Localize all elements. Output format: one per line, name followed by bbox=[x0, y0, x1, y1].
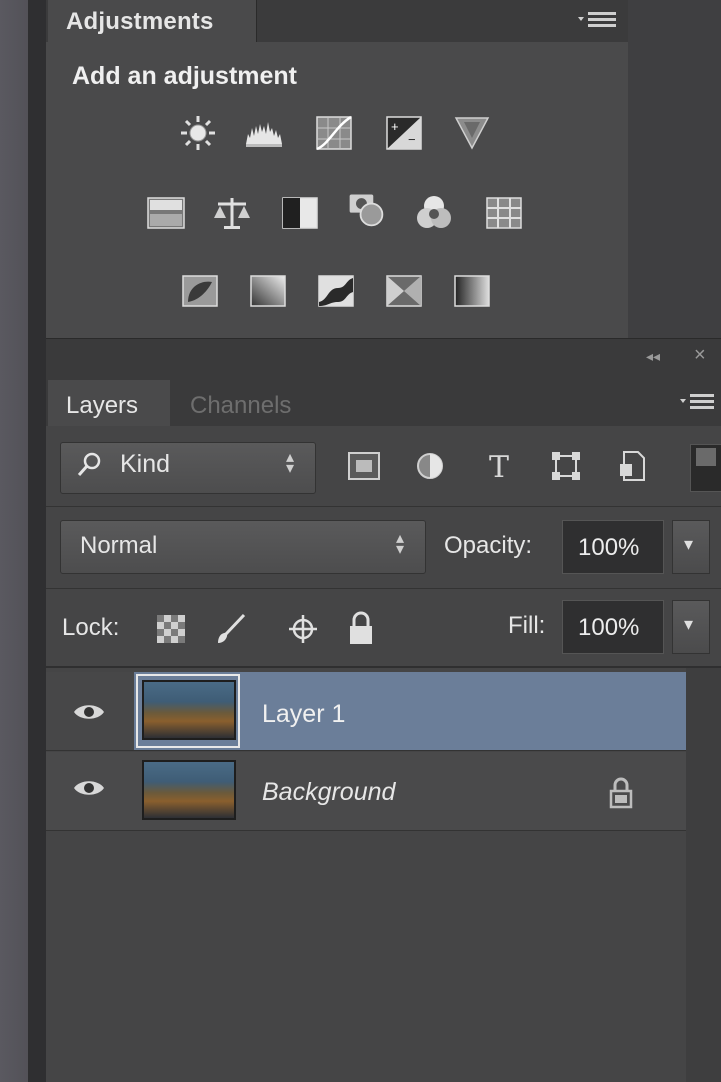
photo-filter-icon[interactable] bbox=[346, 190, 386, 228]
filter-smart-objects-icon[interactable] bbox=[614, 448, 650, 484]
gradient-map-icon[interactable] bbox=[452, 272, 492, 310]
black-white-icon[interactable] bbox=[280, 194, 320, 232]
lock-position-icon[interactable] bbox=[286, 612, 320, 646]
color-lookup-icon[interactable] bbox=[484, 194, 524, 232]
svg-text:+: + bbox=[391, 119, 399, 134]
tab-channels[interactable]: Channels bbox=[190, 392, 291, 420]
filter-adjustment-layers-icon[interactable] bbox=[412, 448, 448, 484]
adjustments-heading: Add an adjustment bbox=[72, 62, 298, 90]
eye-icon[interactable] bbox=[72, 776, 106, 800]
chevron-down-icon: ▾ bbox=[684, 614, 694, 634]
panel-separator bbox=[46, 338, 721, 375]
levels-icon[interactable] bbox=[244, 114, 284, 152]
opacity-label: Opacity: bbox=[444, 532, 533, 559]
invert-icon[interactable] bbox=[180, 272, 220, 310]
lock-image-pixels-icon[interactable] bbox=[214, 612, 248, 646]
filter-shape-layers-icon[interactable] bbox=[548, 448, 584, 484]
tab-layers-label: Layers bbox=[66, 392, 139, 419]
collapse-panels-icon[interactable]: ◂◂ bbox=[646, 348, 660, 365]
curves-icon[interactable] bbox=[314, 114, 354, 152]
adjustments-panel-menu-icon[interactable] bbox=[572, 8, 622, 32]
exposure-icon[interactable]: + − bbox=[384, 114, 424, 152]
threshold-icon[interactable] bbox=[316, 272, 356, 310]
layer-name[interactable]: Background bbox=[262, 778, 395, 807]
filter-type-layers-icon[interactable]: T bbox=[482, 448, 518, 485]
lock-icon bbox=[606, 776, 636, 810]
color-balance-icon[interactable] bbox=[212, 194, 252, 232]
layer-1-thumbnail[interactable] bbox=[142, 680, 236, 740]
brightness-contrast-icon[interactable] bbox=[178, 114, 218, 152]
opacity-value: 100% bbox=[578, 534, 640, 561]
blend-mode-value: Normal bbox=[80, 532, 158, 559]
filter-toggle-knob bbox=[696, 448, 716, 466]
close-icon[interactable]: × bbox=[694, 344, 706, 367]
eye-icon[interactable] bbox=[72, 700, 106, 724]
divider bbox=[46, 506, 721, 507]
lock-transparent-pixels-icon[interactable] bbox=[154, 612, 188, 646]
panel-right-edge bbox=[686, 668, 721, 1082]
selective-color-icon[interactable] bbox=[384, 272, 424, 310]
select-arrows-icon: ▴ ▾ bbox=[396, 530, 405, 558]
svg-text:−: − bbox=[408, 132, 416, 147]
chevron-down-icon: ▾ bbox=[684, 534, 694, 554]
select-arrows-icon: ▴ ▾ bbox=[286, 449, 295, 477]
divider bbox=[46, 666, 721, 668]
fill-label: Fill: bbox=[508, 612, 546, 639]
dock-background bbox=[628, 0, 721, 340]
layer-name[interactable]: Layer 1 bbox=[262, 700, 345, 729]
tab-adjustments-label: Adjustments bbox=[66, 8, 214, 35]
lock-label: Lock: bbox=[62, 614, 120, 641]
panel-dock-edge bbox=[28, 0, 46, 1082]
svg-text:T: T bbox=[489, 450, 509, 484]
vibrance-icon[interactable] bbox=[452, 114, 492, 152]
divider bbox=[46, 588, 721, 589]
background-thumbnail[interactable] bbox=[142, 760, 236, 820]
fill-value: 100% bbox=[578, 614, 640, 641]
layers-panel-menu-icon[interactable] bbox=[678, 390, 716, 420]
search-icon bbox=[76, 450, 104, 478]
filter-kind-label: Kind bbox=[120, 450, 171, 478]
posterize-icon[interactable] bbox=[248, 272, 288, 310]
lock-all-icon[interactable] bbox=[344, 610, 378, 644]
channel-mixer-icon[interactable] bbox=[414, 194, 454, 232]
hue-saturation-icon[interactable] bbox=[146, 194, 186, 232]
filter-pixel-layers-icon[interactable] bbox=[346, 448, 382, 484]
